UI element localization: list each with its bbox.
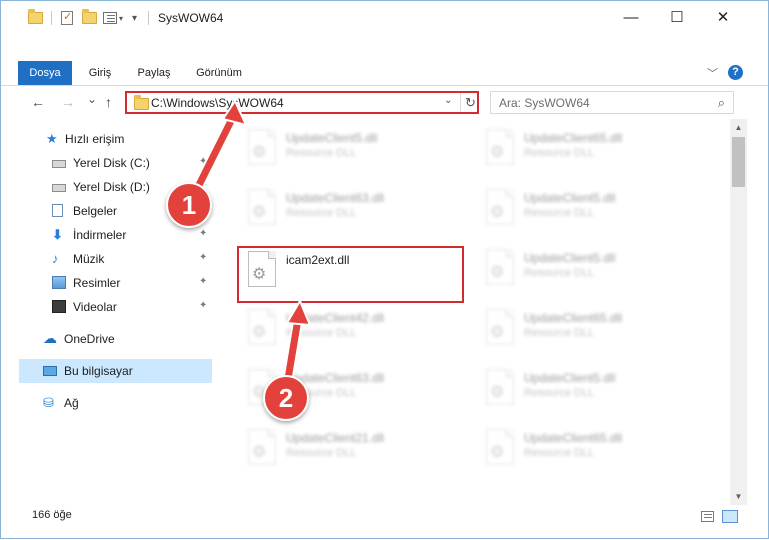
address-folder-icon — [134, 95, 149, 110]
up-arrow-icon[interactable]: ↑ — [105, 94, 112, 110]
sidebar-item-network[interactable]: ⛁ Ağ — [19, 391, 212, 415]
title-bar: ▾ ▾ SysWOW64 — ☐ ✕ — [1, 1, 768, 35]
file-item[interactable]: UpdateClient42.dll Resource DLL — [236, 305, 466, 361]
scroll-down-icon[interactable]: ▼ — [730, 488, 747, 505]
details-view-icon[interactable] — [701, 511, 714, 522]
documents-icon — [52, 204, 63, 217]
address-dropdown-icon[interactable]: ⌄ — [444, 95, 452, 106]
pin-icon[interactable]: ✦ — [199, 276, 207, 287]
file-list: UpdateClient5.dll Resource DLL UpdateCli… — [214, 119, 729, 505]
sidebar-item-onedrive[interactable]: ☁ OneDrive — [19, 327, 212, 351]
collapse-ribbon-icon[interactable]: ﹀ — [707, 65, 718, 81]
file-explorer-window: ▾ ▾ SysWOW64 — ☐ ✕ Dosya Giriş Paylaş Gö… — [0, 0, 769, 539]
search-icon[interactable]: ⌕ — [718, 95, 725, 111]
close-button[interactable]: ✕ — [700, 1, 746, 33]
qa-separator — [51, 10, 52, 26]
disk-icon — [52, 184, 66, 192]
dll-file-icon — [486, 369, 514, 405]
pin-icon[interactable]: ✦ — [199, 252, 207, 263]
file-item[interactable]: UpdateClient5.dll Resource DLL — [474, 185, 704, 241]
new-folder-icon[interactable] — [82, 9, 97, 26]
help-icon[interactable]: ? — [728, 65, 743, 80]
downloads-icon: ⬇ — [52, 227, 63, 242]
network-icon: ⛁ — [43, 395, 54, 410]
refresh-icon[interactable]: ↻ — [460, 93, 480, 112]
music-icon: ♪ — [52, 251, 59, 266]
sidebar-item-this-pc[interactable]: Bu bilgisayar — [19, 359, 212, 383]
sidebar-item-videos[interactable]: Videolar ✦ — [19, 295, 212, 319]
tab-home[interactable]: Giriş — [79, 61, 121, 85]
onedrive-icon: ☁ — [43, 330, 57, 346]
dll-file-icon — [486, 309, 514, 345]
videos-icon — [52, 300, 66, 313]
sidebar-item-local-disk-c[interactable]: Yerel Disk (C:) ✦ — [19, 151, 212, 175]
ribbon-tabs: Dosya Giriş Paylaş Görünüm — [1, 61, 768, 85]
navigation-pane: ★ Hızlı erişim Yerel Disk (C:) ✦ Yerel D… — [19, 123, 213, 503]
dll-file-icon — [248, 129, 276, 165]
tab-share[interactable]: Paylaş — [129, 61, 179, 85]
ribbon-divider — [1, 85, 768, 86]
dll-file-icon — [486, 129, 514, 165]
scroll-thumb[interactable] — [732, 137, 745, 187]
quick-access-folder-icon[interactable] — [28, 9, 43, 26]
star-icon: ★ — [46, 131, 58, 146]
window-title: SysWOW64 — [158, 11, 224, 25]
file-item[interactable]: UpdateClient65.dll Resource DLL — [474, 305, 704, 361]
file-item[interactable]: UpdateClient5.dll Resource DLL — [474, 365, 704, 421]
status-bar: 166 öğe — [1, 505, 768, 527]
tab-file[interactable]: Dosya — [18, 61, 72, 85]
address-bar[interactable]: C:\Windows\SysWOW64 ⌄ ↻ — [125, 91, 479, 114]
view-options-icon[interactable]: ▾ — [103, 10, 123, 26]
step-2-badge: 2 — [263, 375, 309, 421]
sidebar-item-quick-access[interactable]: ★ Hızlı erişim — [19, 127, 212, 151]
pin-icon[interactable]: ✦ — [199, 156, 207, 167]
dll-file-icon — [486, 429, 514, 465]
file-item[interactable]: UpdateClient5.dll Resource DLL — [474, 245, 704, 301]
file-item[interactable]: UpdateClient63.dll Resource DLL — [236, 185, 466, 241]
back-arrow-icon[interactable]: ← — [31, 94, 45, 110]
target-file-highlight — [237, 246, 464, 303]
minimize-button[interactable]: — — [608, 1, 654, 33]
pin-icon[interactable]: ✦ — [199, 228, 207, 239]
dll-file-icon — [248, 429, 276, 465]
dll-file-icon — [486, 189, 514, 225]
file-item[interactable]: UpdateClient65.dll Resource DLL — [474, 425, 704, 481]
dll-file-icon — [248, 309, 276, 345]
tab-view[interactable]: Görünüm — [188, 61, 250, 85]
this-pc-icon — [43, 366, 57, 376]
pin-icon[interactable]: ✦ — [199, 300, 207, 311]
dll-file-icon — [486, 249, 514, 285]
disk-icon — [52, 160, 66, 168]
dll-file-icon — [248, 189, 276, 225]
search-box[interactable]: Ara: SysWOW64 ⌕ — [490, 91, 734, 114]
customize-qa-icon[interactable]: ▾ — [132, 10, 137, 26]
properties-icon[interactable] — [61, 10, 73, 26]
item-count: 166 öğe — [32, 509, 72, 521]
file-item[interactable]: UpdateClient5.dll Resource DLL — [236, 125, 466, 181]
pictures-icon — [52, 276, 66, 289]
search-input[interactable]: Ara: SysWOW64 — [499, 96, 590, 110]
maximize-button[interactable]: ☐ — [654, 1, 700, 33]
forward-arrow-icon[interactable]: → — [61, 94, 75, 110]
title-separator — [148, 10, 149, 26]
sidebar-item-pictures[interactable]: Resimler ✦ — [19, 271, 212, 295]
file-item[interactable]: UpdateClient65.dll Resource DLL — [474, 125, 704, 181]
large-icons-view-icon[interactable] — [722, 510, 738, 523]
address-path[interactable]: C:\Windows\SysWOW64 — [151, 96, 284, 110]
recent-locations-icon[interactable]: ⌄ — [87, 92, 97, 106]
sidebar-item-music[interactable]: ♪ Müzik ✦ — [19, 247, 212, 271]
vertical-scrollbar[interactable]: ▲ ▼ — [730, 119, 747, 505]
step-1-badge: 1 — [166, 182, 212, 228]
file-item[interactable]: UpdateClient21.dll Resource DLL — [236, 425, 466, 481]
scroll-up-icon[interactable]: ▲ — [730, 119, 747, 136]
